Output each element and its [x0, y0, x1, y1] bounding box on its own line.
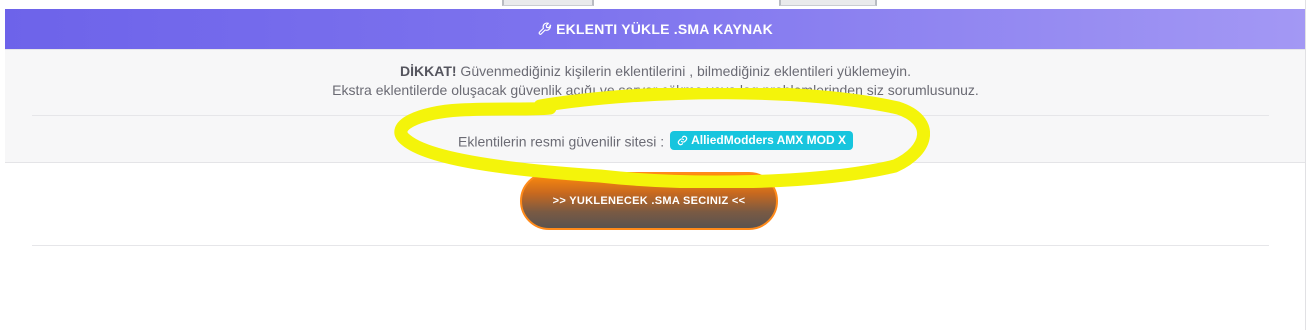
- bottom-divider: [32, 245, 1269, 246]
- wrench-icon: [538, 22, 552, 35]
- warning-text: DİKKAT! Güvenmediğiniz kişilerin eklenti…: [5, 50, 1306, 100]
- panel-title: EKLENTI YÜKLE .SMA KAYNAK: [556, 21, 773, 37]
- official-site-label: Eklentilerin resmi güvenilir sitesi :: [458, 133, 665, 150]
- warning-line-2: Ekstra eklentilerde oluşacak güvenlik aç…: [332, 82, 979, 98]
- panel-header: EKLENTI YÜKLE .SMA KAYNAK: [5, 9, 1306, 49]
- alliedmodders-link-badge[interactable]: AlliedModders AMX MOD X: [670, 131, 853, 150]
- top-tab-fragment-right[interactable]: [779, 0, 877, 6]
- upload-plugin-panel: EKLENTI YÜKLE .SMA KAYNAK DİKKAT! Güvenm…: [5, 9, 1306, 330]
- warning-bold: DİKKAT!: [400, 63, 457, 79]
- warning-block: DİKKAT! Güvenmediğiniz kişilerin eklenti…: [5, 49, 1306, 163]
- warning-line-1-rest: Güvenmediğiniz kişilerin eklentilerini ,…: [456, 63, 911, 79]
- select-sma-file-button[interactable]: >> YUKLENECEK .SMA SECINIZ <<: [520, 172, 778, 230]
- warning-line-1: DİKKAT! Güvenmediğiniz kişilerin eklenti…: [5, 62, 1306, 81]
- alliedmodders-link-text: AlliedModders AMX MOD X: [691, 133, 846, 147]
- top-tab-strip: [0, 0, 1306, 9]
- divider: [32, 115, 1269, 116]
- official-site-row: Eklentilerin resmi güvenilir sitesi : Al…: [5, 131, 1306, 150]
- top-tab-fragment-left[interactable]: [502, 0, 594, 6]
- select-sma-file-label: >> YUKLENECEK .SMA SECINIZ <<: [552, 195, 746, 207]
- link-icon: [677, 135, 688, 145]
